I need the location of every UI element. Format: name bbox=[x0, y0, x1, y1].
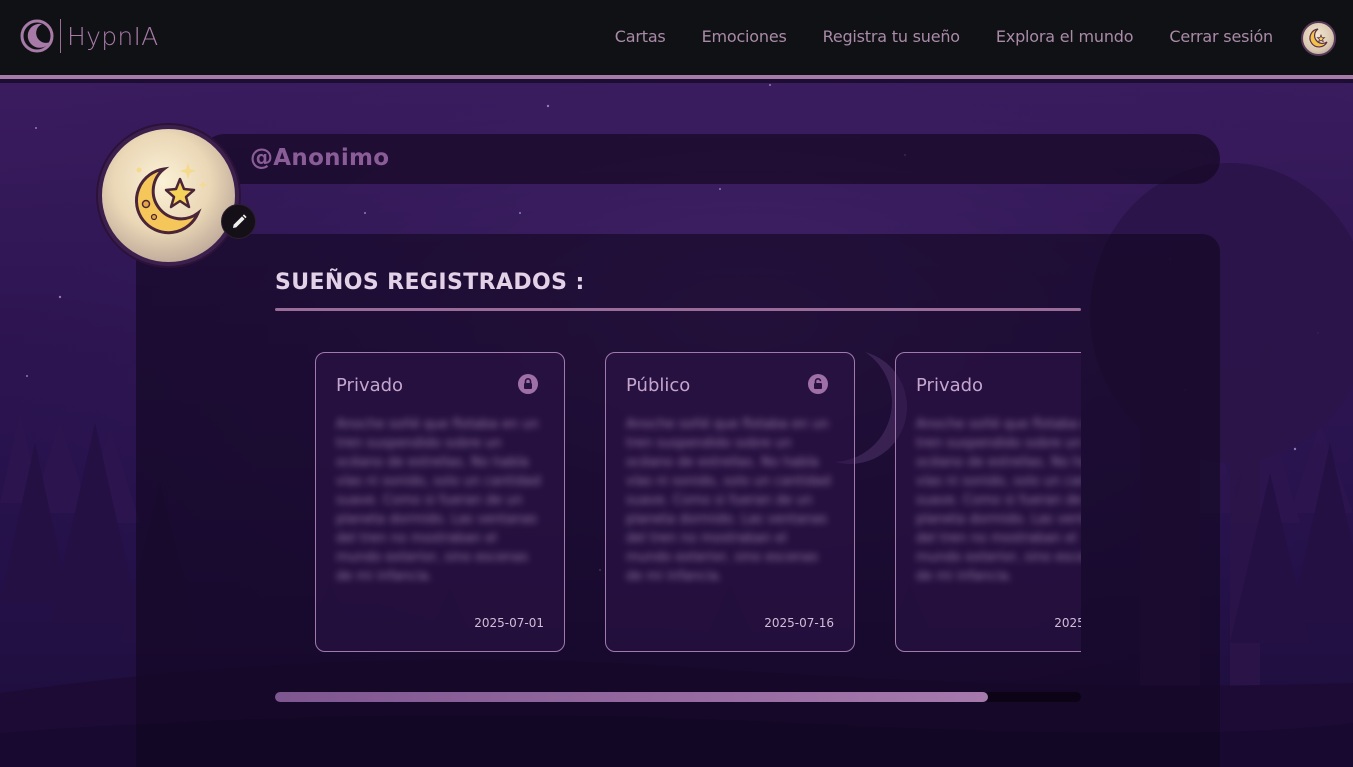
nav-user-avatar[interactable] bbox=[1301, 21, 1336, 56]
nav-link-explora-mundo[interactable]: Explora el mundo bbox=[996, 27, 1134, 46]
lock-open-icon[interactable] bbox=[808, 374, 828, 394]
profile-avatar bbox=[98, 125, 239, 266]
lock-closed-icon[interactable] bbox=[518, 374, 538, 394]
pencil-icon bbox=[232, 213, 247, 228]
moon-icon bbox=[20, 19, 54, 53]
card-dream-text: Anoche soñé que flotaba en un tren suspe… bbox=[916, 417, 1081, 584]
dreams-section-title: SUEÑOS REGISTRADOS : bbox=[275, 270, 585, 295]
username-label: @Anonimo bbox=[250, 145, 390, 171]
nav-link-cerrar-sesion[interactable]: Cerrar sesión bbox=[1169, 27, 1273, 46]
card-date: 2025-07-20 bbox=[1054, 616, 1081, 630]
nav-link-cartas[interactable]: Cartas bbox=[615, 27, 666, 46]
carousel-scrollbar[interactable] bbox=[275, 692, 1081, 702]
card-date: 2025-07-16 bbox=[764, 616, 834, 630]
edit-avatar-button[interactable] bbox=[221, 204, 256, 239]
dream-cards-carousel[interactable]: Privado Anoche soñé que flotaba en un tr… bbox=[275, 352, 1081, 654]
top-navbar: HypnIA Cartas Emociones Registra tu sueñ… bbox=[0, 0, 1353, 79]
nav-link-registra-sueno[interactable]: Registra tu sueño bbox=[823, 27, 960, 46]
carousel-scrollbar-thumb[interactable] bbox=[275, 692, 989, 702]
brand-divider bbox=[60, 19, 61, 53]
dream-card[interactable]: Privado Anoche soñé que flotaba en un tr… bbox=[315, 352, 565, 652]
dream-card[interactable]: Privado Anoche soñé que flotaba en un tr… bbox=[895, 352, 1081, 652]
section-divider bbox=[275, 308, 1081, 311]
crescent-moon-star-icon bbox=[134, 163, 207, 235]
card-dream-text: Anoche soñé que flotaba en un tren suspe… bbox=[626, 417, 831, 584]
card-date: 2025-07-01 bbox=[474, 616, 544, 630]
card-visibility-label: Público bbox=[626, 375, 691, 396]
brand-name: HypnIA bbox=[67, 21, 159, 51]
card-visibility-label: Privado bbox=[336, 375, 404, 396]
brand-logo[interactable]: HypnIA bbox=[20, 18, 159, 54]
moon-star-icon bbox=[1309, 28, 1328, 48]
card-visibility-label: Privado bbox=[916, 375, 984, 396]
card-dream-text: Anoche soñé que flotaba en un tren suspe… bbox=[336, 417, 541, 584]
nav-link-emociones[interactable]: Emociones bbox=[702, 27, 787, 46]
dream-card[interactable]: Público Anoche soñé que flotaba en un tr… bbox=[605, 352, 855, 652]
nav-links: Cartas Emociones Registra tu sueño Explo… bbox=[579, 27, 1273, 46]
